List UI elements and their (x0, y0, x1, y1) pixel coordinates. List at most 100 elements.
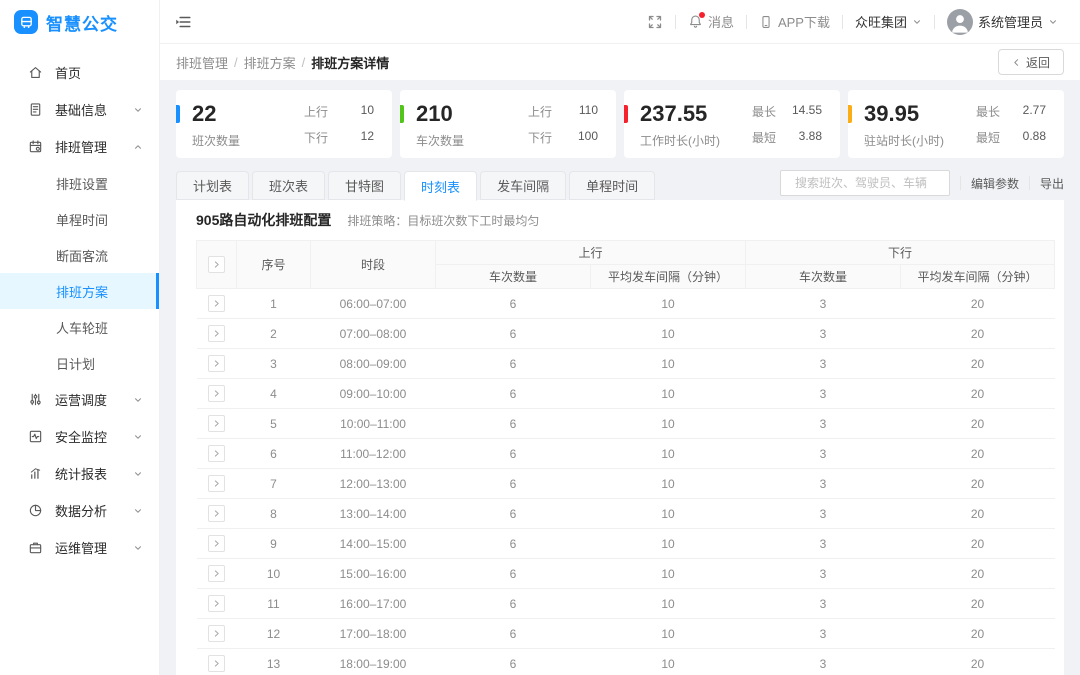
expand-row-button[interactable] (208, 295, 225, 312)
chevron-down-icon (133, 105, 143, 115)
up-trips-cell: 6 (436, 589, 591, 619)
expand-row-button[interactable] (208, 655, 225, 672)
app-download-button[interactable]: APP下载 (759, 12, 830, 31)
divider (934, 15, 935, 29)
expand-row-button[interactable] (208, 415, 225, 432)
tab-计划表[interactable]: 计划表 (176, 171, 249, 200)
sidebar-subitem-schedule-plan[interactable]: 排班方案 (0, 273, 159, 309)
sidebar-item-label: 运维管理 (55, 538, 107, 557)
table-row: 11 16:00–17:00 6 10 3 20 (197, 589, 1055, 619)
down-interval-cell: 20 (901, 559, 1055, 589)
search-input[interactable] (795, 176, 950, 190)
up-interval-cell: 10 (591, 559, 746, 589)
tab-发车间隔[interactable]: 发车间隔 (480, 171, 566, 200)
col-header-up-trips: 车次数量 (436, 265, 591, 289)
breadcrumb-item[interactable]: 排班方案 (244, 53, 296, 72)
stat-label: 班次数量 (192, 132, 240, 149)
edit-params-button[interactable]: 编辑参数 (971, 175, 1019, 192)
stat-accent-bar (848, 105, 852, 123)
expand-row-button[interactable] (208, 355, 225, 372)
sidebar-item-scheduling[interactable]: 排班管理 (0, 128, 159, 165)
breadcrumb-separator: / (234, 55, 238, 70)
sidebar-subitem-crew-rotation[interactable]: 人车轮班 (0, 309, 159, 345)
expand-row-button[interactable] (208, 565, 225, 582)
col-group-up: 上行 (436, 241, 746, 265)
down-trips-cell: 3 (746, 559, 901, 589)
stat-card: 210 车次数量 上行110下行100 (400, 90, 616, 158)
down-interval-cell: 20 (901, 379, 1055, 409)
calendar-icon (28, 139, 43, 154)
expand-row-button[interactable] (208, 535, 225, 552)
breadcrumb-item[interactable]: 排班管理 (176, 53, 228, 72)
breadcrumb-current: 排班方案详情 (311, 53, 389, 72)
sidebar-subitem-schedule-settings[interactable]: 排班设置 (0, 165, 159, 201)
table-row: 13 18:00–19:00 6 10 3 20 (197, 649, 1055, 675)
stats-row: 22 班次数量 上行10下行12 210 车次数量 上行110下行100 237… (176, 90, 1064, 158)
up-trips-cell: 6 (436, 469, 591, 499)
messages-button[interactable]: 消息 (688, 12, 734, 31)
period-cell: 13:00–14:00 (311, 499, 436, 529)
org-selector[interactable]: 众旺集团 (855, 12, 922, 31)
app-download-label: APP下载 (778, 12, 830, 31)
col-header-down-interval: 平均发车间隔（分钟） (901, 265, 1055, 289)
fullscreen-icon[interactable] (647, 14, 663, 30)
sidebar-subitem-daily-plan[interactable]: 日计划 (0, 345, 159, 381)
stat-kv-row: 上行10 (304, 103, 374, 120)
stat-kv-row: 最短0.88 (976, 129, 1046, 146)
seq-cell: 6 (237, 439, 311, 469)
expand-row-button[interactable] (208, 505, 225, 522)
sidebar-item-basic-info[interactable]: 基础信息 (0, 91, 159, 128)
sidebar-item-data-analysis[interactable]: 数据分析 (0, 492, 159, 529)
tab-甘特图[interactable]: 甘特图 (328, 171, 401, 200)
col-group-down: 下行 (746, 241, 1055, 265)
chevron-right-icon (212, 629, 221, 638)
up-interval-cell: 10 (591, 529, 746, 559)
phone-icon (759, 15, 773, 29)
period-cell: 12:00–13:00 (311, 469, 436, 499)
seq-cell: 10 (237, 559, 311, 589)
expand-row-button[interactable] (208, 625, 225, 642)
period-cell: 14:00–15:00 (311, 529, 436, 559)
expand-row-button[interactable] (208, 385, 225, 402)
chevron-down-icon (133, 395, 143, 405)
stat-accent-bar (624, 105, 628, 123)
sidebar-subitem-one-way-time[interactable]: 单程时间 (0, 201, 159, 237)
sidebar-item-home[interactable]: 首页 (0, 54, 159, 91)
seq-cell: 11 (237, 589, 311, 619)
expand-all-button[interactable] (208, 256, 225, 273)
chevron-right-icon (212, 419, 221, 428)
chevron-down-icon (133, 506, 143, 516)
expand-row-button[interactable] (208, 445, 225, 462)
expand-row-button[interactable] (208, 595, 225, 612)
up-interval-cell: 10 (591, 409, 746, 439)
back-button[interactable]: 返回 (998, 49, 1064, 75)
table-row: 1 06:00–07:00 6 10 3 20 (197, 289, 1055, 319)
toolbar: 编辑参数 导出 (780, 170, 1064, 200)
expand-row-button[interactable] (208, 475, 225, 492)
user-menu[interactable]: 系统管理员 (947, 9, 1058, 35)
pie-chart-icon (28, 503, 43, 518)
tab-班次表[interactable]: 班次表 (252, 171, 325, 200)
expand-row-button[interactable] (208, 325, 225, 342)
up-trips-cell: 6 (436, 529, 591, 559)
up-trips-cell: 6 (436, 289, 591, 319)
down-interval-cell: 20 (901, 499, 1055, 529)
sidebar-item-operation-dispatch[interactable]: 运营调度 (0, 381, 159, 418)
breadcrumb-bar: 排班管理 / 排班方案 / 排班方案详情 返回 (160, 44, 1080, 80)
export-button[interactable]: 导出 (1040, 175, 1064, 192)
sidebar-item-statistics-report[interactable]: 统计报表 (0, 455, 159, 492)
chevron-down-icon (133, 543, 143, 553)
table-row: 5 10:00–11:00 6 10 3 20 (197, 409, 1055, 439)
stat-kv-row: 下行100 (528, 129, 598, 146)
sidebar-item-safety-monitor[interactable]: 安全监控 (0, 418, 159, 455)
sidebar-item-ops-management[interactable]: 运维管理 (0, 529, 159, 566)
tab-时刻表[interactable]: 时刻表 (404, 171, 477, 201)
divider (1029, 176, 1030, 190)
table-row: 4 09:00–10:00 6 10 3 20 (197, 379, 1055, 409)
home-icon (28, 65, 43, 80)
up-interval-cell: 10 (591, 439, 746, 469)
tab-单程时间[interactable]: 单程时间 (569, 171, 655, 200)
menu-fold-icon[interactable] (174, 13, 192, 31)
chevron-down-icon (1048, 17, 1058, 27)
sidebar-subitem-section-flow[interactable]: 断面客流 (0, 237, 159, 273)
